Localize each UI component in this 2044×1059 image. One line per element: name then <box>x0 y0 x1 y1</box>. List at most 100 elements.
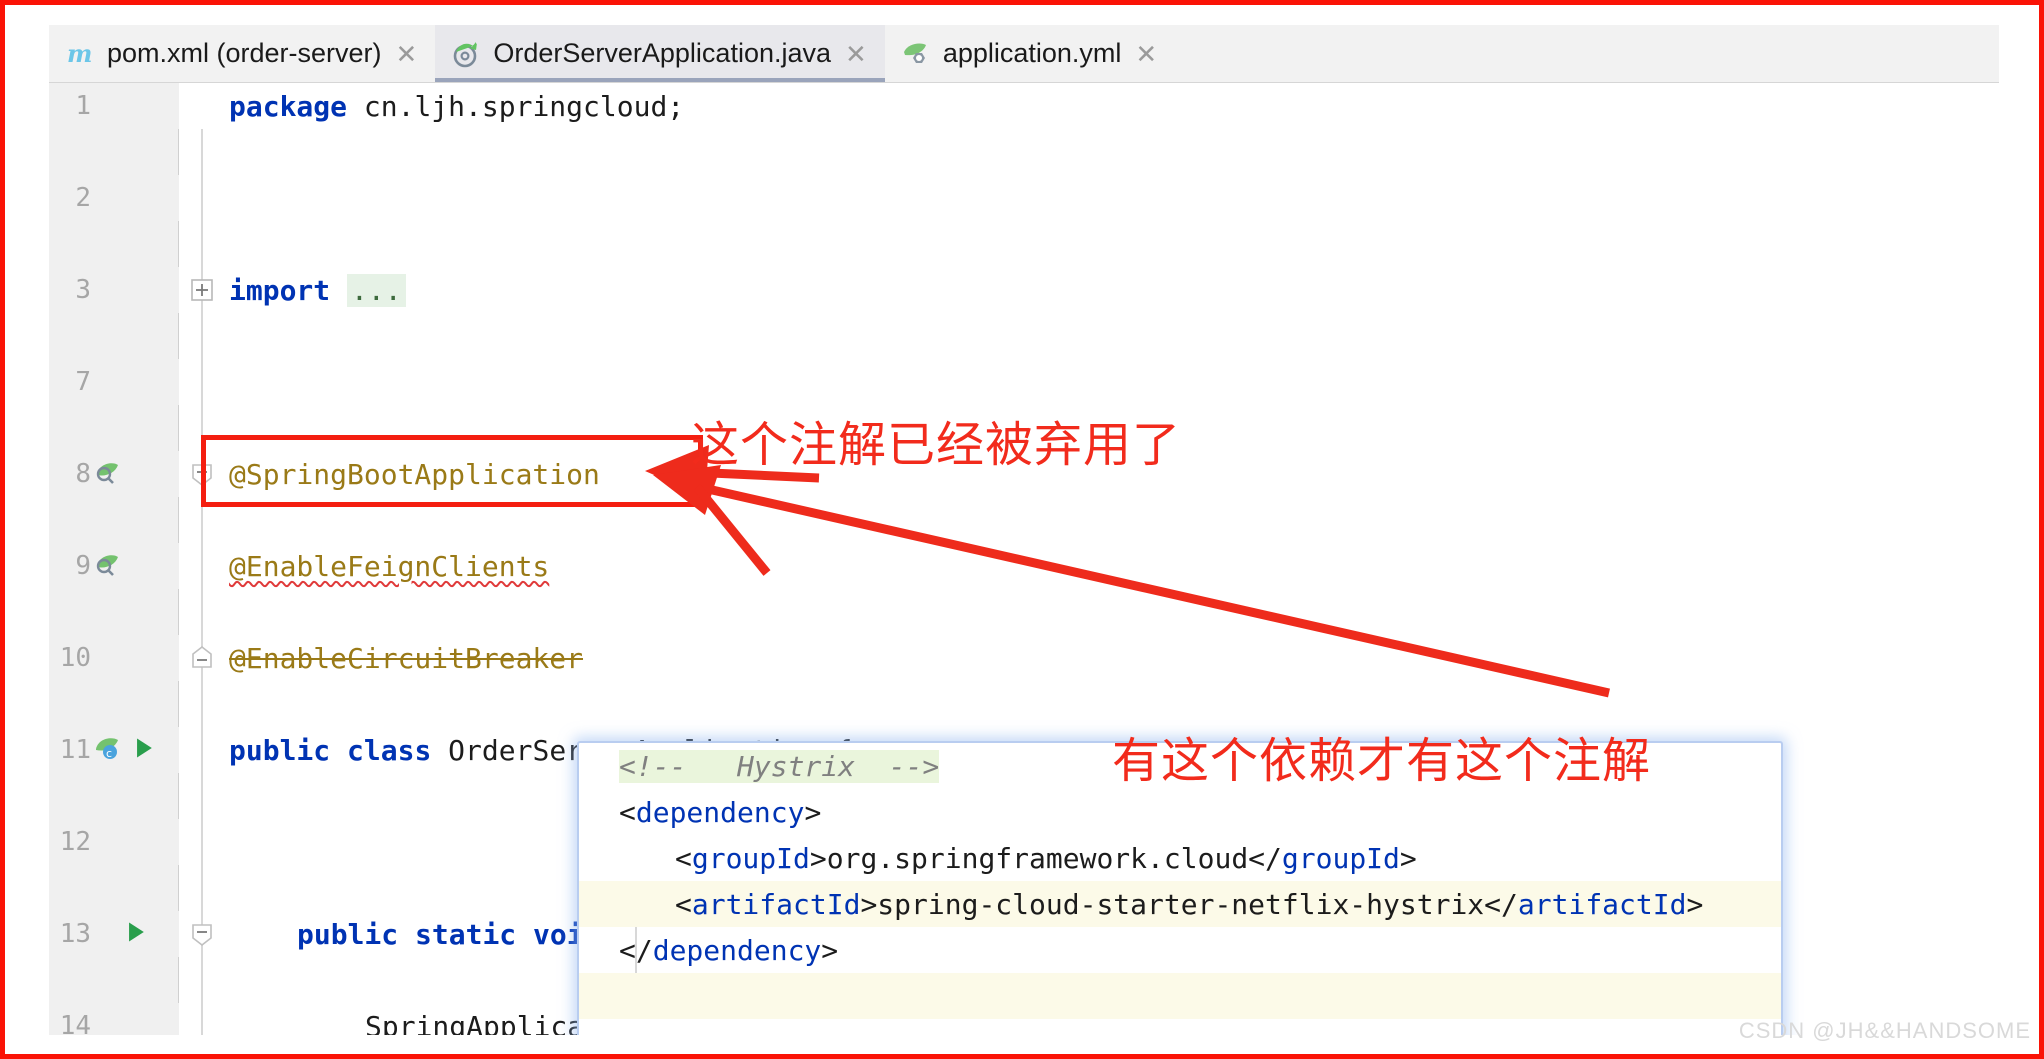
line-number-cell: 11 c <box>49 727 179 773</box>
tag-name-dependency: dependency <box>652 933 822 967</box>
line-number: 2 <box>75 183 91 213</box>
annotation-enablecircuitbreaker-deprecated: @EnableCircuitBreaker <box>229 641 584 675</box>
gutter-icon-group[interactable] <box>93 543 123 589</box>
close-icon[interactable]: ✕ <box>843 41 867 67</box>
spring-leaf-icon <box>901 39 931 69</box>
code-text: package cn.ljh.springcloud; <box>229 83 684 129</box>
keyword-class: class <box>347 733 432 767</box>
tag-name-dependency: dependency <box>635 795 805 829</box>
code-line[interactable]: 7 <box>49 359 1999 405</box>
ide-window: m pom.xml (order-server) ✕ OrderServerAp… <box>49 25 1999 1035</box>
editor-tab-bar: m pom.xml (order-server) ✕ OrderServerAp… <box>49 25 1999 83</box>
svg-text:c: c <box>106 747 112 760</box>
line-number: 9 <box>75 551 91 581</box>
csdn-watermark: CSDN @JH&&HANDSOME <box>1738 1018 2031 1043</box>
line-number-cell: 3 <box>49 267 179 313</box>
tag-close-bracket: > <box>1399 841 1417 875</box>
xml-line-dependency-close: </dependency > <box>579 927 1781 973</box>
code-text: @SpringBootApplication <box>229 451 600 497</box>
line-number: 8 <box>75 459 91 489</box>
code-text: @EnableFeignClients <box>229 543 549 589</box>
tag-close-bracket: > <box>860 887 878 921</box>
package-path: cn.ljh.springcloud; <box>347 89 685 123</box>
tab-application-yml[interactable]: application.yml ✕ <box>884 25 1176 82</box>
keyword-static: static <box>415 917 517 951</box>
line-number: 7 <box>75 367 91 397</box>
keyword-public: public <box>297 917 399 951</box>
gutter-icon-group[interactable] <box>93 451 123 497</box>
line-number: 3 <box>75 275 91 305</box>
xml-line-artifactid: < artifactId > spring-cloud-starter-netflix… <box>579 881 1781 927</box>
spring-boot-run-icon[interactable]: c <box>93 733 123 768</box>
xml-comment-hystrix: <!-- Hystrix --> <box>619 749 940 783</box>
code-line[interactable]: 1 package cn.ljh.springcloud; <box>49 83 1999 129</box>
line-number-cell: 12 <box>49 819 179 865</box>
keyword-package: package <box>229 89 348 123</box>
fold-end-icon[interactable] <box>187 643 217 673</box>
groupid-value: org.springframework.cloud <box>826 841 1249 875</box>
annotation-springbootapplication: @SpringBootApplication <box>229 457 600 491</box>
tag-name-groupid: groupId <box>1281 841 1400 875</box>
maven-m-icon: m <box>65 39 95 69</box>
tag-name-groupid: groupId <box>691 841 810 875</box>
screenshot-root: m pom.xml (order-server) ✕ OrderServerAp… <box>0 0 2044 1059</box>
bean-icon[interactable] <box>93 549 123 584</box>
annotation-enablefeignclients: @EnableFeignClients <box>229 549 550 583</box>
line-number: 10 <box>59 643 91 673</box>
code-line[interactable]: 2 <box>49 175 1999 221</box>
line-number-cell: 9 <box>49 543 179 589</box>
line-number: 12 <box>59 827 91 857</box>
xml-line-dependency-open: < dependency > <box>579 789 1781 835</box>
line-number: 11 <box>59 735 91 765</box>
gutter-icon-group[interactable] <box>93 911 149 957</box>
line-number-cell: 14 <box>49 1003 179 1035</box>
fold-collapse-icon[interactable] <box>187 919 217 949</box>
close-icon[interactable]: ✕ <box>394 41 418 67</box>
code-line[interactable]: 9 @EnableFeignClients <box>49 543 1999 589</box>
code-text: import ... <box>229 267 406 313</box>
artifactid-value: spring-cloud-starter-netflix-hystrix <box>877 887 1485 921</box>
run-arrow-icon[interactable] <box>131 735 157 766</box>
close-icon[interactable]: ✕ <box>1133 41 1157 67</box>
code-line[interactable]: 3 import ... <box>49 267 1999 313</box>
tag-open-bracket: < <box>619 795 636 829</box>
code-text: @EnableCircuitBreaker <box>229 635 583 681</box>
xml-line-groupid: < groupId > org.springframework.cloud </grou… <box>579 835 1781 881</box>
tag-close-bracket: > <box>1686 887 1704 921</box>
line-number-cell: 1 <box>49 83 179 129</box>
line-number-cell: 10 <box>49 635 179 681</box>
code-editor[interactable]: 1 package cn.ljh.springcloud; 2 3 import… <box>49 83 1999 1035</box>
tag-open-bracket: < <box>675 841 692 875</box>
tab-label: application.yml <box>942 38 1122 68</box>
fold-collapse-icon[interactable] <box>187 459 217 489</box>
line-number: 13 <box>59 919 91 949</box>
tag-close-bracket: > <box>821 933 839 967</box>
keyword-import: import <box>229 273 331 307</box>
tag-close-bracket: > <box>804 795 822 829</box>
keyword-public: public <box>229 733 331 767</box>
tab-orderserverapplication-java[interactable]: OrderServerApplication.java ✕ <box>435 25 886 82</box>
svg-text:m: m <box>67 39 92 68</box>
note-dependency-required: 有这个依赖才有这个注解 <box>1112 733 1652 789</box>
note-deprecated-annotation: 这个注解已经被弃用了 <box>691 417 1182 473</box>
folded-imports-placeholder[interactable]: ... <box>347 273 406 307</box>
tag-name-artifactid: artifactId <box>1517 887 1687 921</box>
line-number-cell: 8 <box>49 451 179 497</box>
gutter-icon-group[interactable]: c <box>93 727 157 773</box>
run-arrow-icon[interactable] <box>123 919 149 950</box>
tag-open-bracket: < <box>675 887 692 921</box>
spring-boot-class-icon <box>451 39 481 69</box>
code-line[interactable]: 10 @EnableCircuitBreaker <box>49 635 1999 681</box>
line-number-cell: 7 <box>49 359 179 405</box>
fold-expand-icon[interactable] <box>187 275 217 305</box>
bean-icon[interactable] <box>93 457 123 492</box>
tag-close-bracket: > <box>809 841 827 875</box>
tag-open-bracket: </ <box>1248 841 1282 875</box>
line-number: 1 <box>75 91 91 121</box>
line-number: 14 <box>59 1011 91 1035</box>
tag-name-artifactid: artifactId <box>691 887 861 921</box>
tab-label: OrderServerApplication.java <box>493 38 832 68</box>
line-number-cell: 13 <box>49 911 179 957</box>
tab-pom-xml[interactable]: m pom.xml (order-server) ✕ <box>49 25 436 82</box>
tag-open-bracket: </ <box>1484 887 1518 921</box>
